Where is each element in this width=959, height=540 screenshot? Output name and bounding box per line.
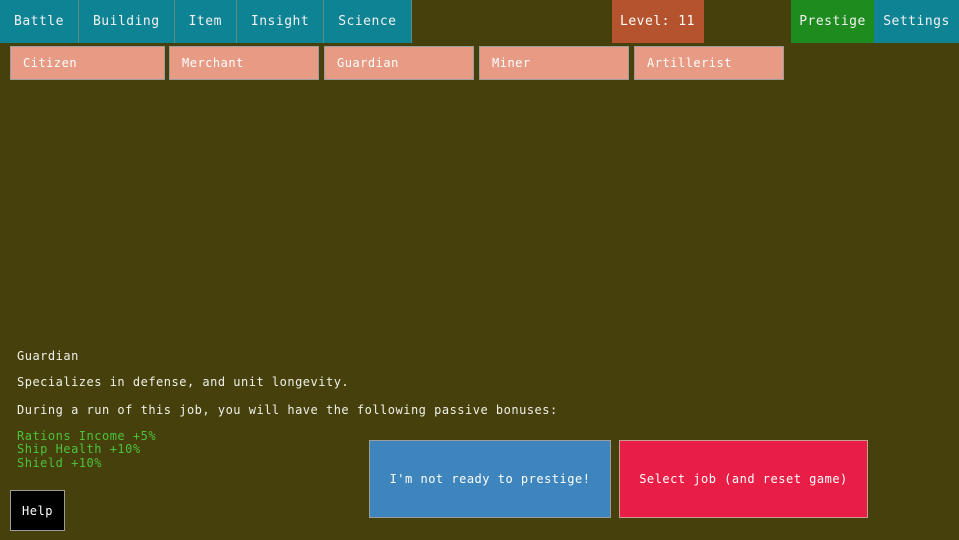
job-tab-citizen[interactable]: Citizen xyxy=(10,46,165,80)
nav-tab-prestige[interactable]: Prestige xyxy=(791,0,874,43)
job-summary-text: Specializes in defense, and unit longevi… xyxy=(17,376,717,388)
nav-spacer-left xyxy=(412,0,612,43)
bonus-item: Rations Income +5% xyxy=(17,430,717,443)
nav-tab-label: Insight xyxy=(251,15,309,28)
nav-tab-battle[interactable]: Battle xyxy=(0,0,79,43)
job-tab-guardian[interactable]: Guardian xyxy=(324,46,474,80)
job-tab-row: Citizen Merchant Guardian Miner Artiller… xyxy=(0,46,959,80)
nav-tab-label: Building xyxy=(93,15,160,28)
nav-tab-label: Item xyxy=(189,15,222,28)
nav-tab-label: Science xyxy=(338,15,396,28)
decline-prestige-button[interactable]: I'm not ready to prestige! xyxy=(369,440,611,518)
job-tab-label: Merchant xyxy=(182,56,244,70)
bonus-item: Ship Health +10% xyxy=(17,443,717,456)
bonus-item: Shield +10% xyxy=(17,457,717,470)
nav-tab-label: Settings xyxy=(883,14,950,29)
bonus-intro-text: During a run of this job, you will have … xyxy=(17,404,717,416)
level-badge: Level: 11 xyxy=(612,0,704,43)
nav-tab-insight[interactable]: Insight xyxy=(237,0,324,43)
job-tab-label: Miner xyxy=(492,56,531,70)
job-tab-artillerist[interactable]: Artillerist xyxy=(634,46,784,80)
nav-tab-label: Prestige xyxy=(799,14,866,29)
job-tab-miner[interactable]: Miner xyxy=(479,46,629,80)
job-tab-merchant[interactable]: Merchant xyxy=(169,46,319,80)
level-badge-label: Level: 11 xyxy=(620,14,695,29)
main-navigation-bar: Battle Building Item Insight Science Lev… xyxy=(0,0,959,43)
job-tab-label: Citizen xyxy=(23,56,77,70)
decline-prestige-label: I'm not ready to prestige! xyxy=(390,472,591,486)
help-button-label: Help xyxy=(22,504,53,518)
nav-tab-label: Battle xyxy=(14,15,64,28)
job-tab-label: Artillerist xyxy=(647,56,732,70)
job-title: Guardian xyxy=(17,350,717,362)
help-button[interactable]: Help xyxy=(10,490,65,531)
job-tab-label: Guardian xyxy=(337,56,399,70)
passive-bonus-list: Rations Income +5% Ship Health +10% Shie… xyxy=(17,430,717,470)
select-job-label: Select job (and reset game) xyxy=(639,472,848,486)
nav-tab-settings[interactable]: Settings xyxy=(874,0,959,43)
nav-tab-building[interactable]: Building xyxy=(79,0,175,43)
job-description-panel: Guardian Specializes in defense, and uni… xyxy=(17,350,717,470)
select-job-button[interactable]: Select job (and reset game) xyxy=(619,440,868,518)
nav-spacer-right xyxy=(704,0,792,43)
nav-tab-science[interactable]: Science xyxy=(324,0,411,43)
nav-tab-item[interactable]: Item xyxy=(175,0,237,43)
